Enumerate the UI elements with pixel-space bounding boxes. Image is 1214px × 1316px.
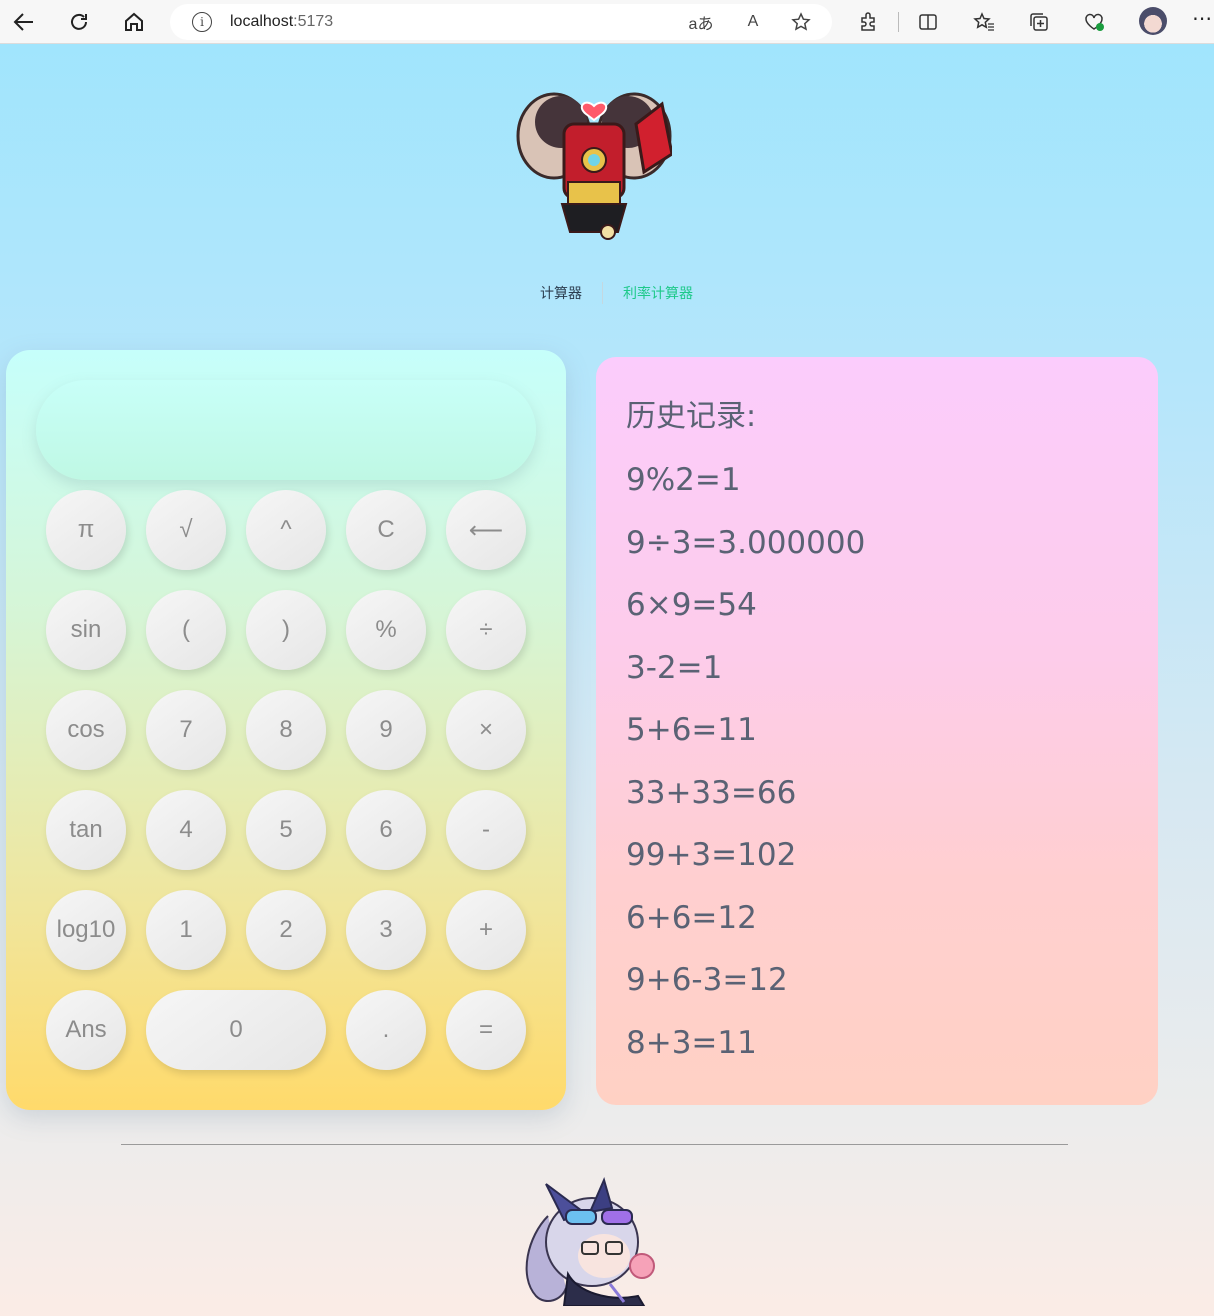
key-add[interactable]: +	[446, 890, 526, 970]
key-tan[interactable]: tan	[46, 790, 126, 870]
key-pi[interactable]: π	[46, 490, 126, 570]
key-clear[interactable]: C	[346, 490, 426, 570]
key-divide[interactable]: ÷	[446, 590, 526, 670]
key-backspace[interactable]: ⟵	[446, 490, 526, 570]
key-decimal[interactable]: .	[346, 990, 426, 1070]
url-port: :5173	[293, 13, 334, 30]
home-icon[interactable]	[118, 6, 150, 38]
calculator-panel: π √ ^ C ⟵ sin ( ) % ÷ cos 7 8 9 × tan 4 …	[6, 350, 566, 1110]
url-host: localhost	[230, 13, 294, 30]
history-entry: 9+6-3=12	[626, 962, 788, 998]
translate-icon[interactable]: aあ	[688, 10, 714, 34]
key-6[interactable]: 6	[346, 790, 426, 870]
key-subtract[interactable]: -	[446, 790, 526, 870]
history-entry: 99+3=102	[626, 837, 797, 873]
history-entry: 8+3=11	[626, 1024, 757, 1061]
key-4[interactable]: 4	[146, 790, 226, 870]
collections-icon[interactable]	[1024, 6, 1054, 38]
key-8[interactable]: 8	[246, 690, 326, 770]
key-equals[interactable]: =	[446, 990, 526, 1070]
browser-essentials-icon[interactable]	[1079, 6, 1109, 38]
address-bar[interactable]: i localhost:5173 aあ A	[170, 4, 832, 40]
key-7[interactable]: 7	[146, 690, 226, 770]
toolbar-divider	[898, 12, 899, 32]
split-screen-icon[interactable]	[913, 6, 943, 38]
key-close-paren[interactable]: )	[246, 590, 326, 670]
key-0[interactable]: 0	[146, 990, 326, 1070]
calculator-tabs: 计算器 利率计算器	[520, 280, 713, 306]
tab-calculator[interactable]: 计算器	[520, 283, 602, 303]
key-1[interactable]: 1	[146, 890, 226, 970]
key-cos[interactable]: cos	[46, 690, 126, 770]
history-title: 历史记录:	[626, 399, 757, 434]
mascot-image-top	[516, 92, 672, 240]
key-ans[interactable]: Ans	[46, 990, 126, 1070]
back-arrow-icon[interactable]	[8, 6, 40, 38]
read-aloud-icon[interactable]: A	[740, 10, 766, 34]
key-3[interactable]: 3	[346, 890, 426, 970]
footer-divider	[121, 1144, 1068, 1145]
refresh-icon[interactable]	[63, 6, 95, 38]
extensions-icon[interactable]	[853, 6, 883, 38]
history-entry: 3-2=1	[626, 649, 723, 686]
key-open-paren[interactable]: (	[146, 590, 226, 670]
key-sin[interactable]: sin	[46, 590, 126, 670]
calculator-display	[36, 380, 536, 480]
favorites-icon[interactable]	[969, 6, 999, 38]
key-2[interactable]: 2	[246, 890, 326, 970]
history-entry: 33+33=66	[626, 774, 797, 811]
history-list: 9%2=1 9÷3=3.000000 6×9=54 3-2=1 5+6=11 3…	[626, 449, 1128, 1074]
history-panel: 历史记录: 9%2=1 9÷3=3.000000 6×9=54 3-2=1 5+…	[596, 357, 1158, 1105]
url-text: localhost:5173	[230, 13, 333, 31]
history-entry: 6+6=12	[626, 899, 757, 936]
more-menu-icon[interactable]: ⋯	[1192, 6, 1213, 30]
mascot-image-bottom	[525, 1177, 655, 1306]
key-5[interactable]: 5	[246, 790, 326, 870]
history-entry: 9%2=1	[626, 462, 741, 498]
browser-toolbar: i localhost:5173 aあ A ⋯	[0, 0, 1214, 44]
key-sqrt[interactable]: √	[146, 490, 226, 570]
history-entry: 6×9=54	[626, 587, 757, 623]
key-power[interactable]: ^	[246, 490, 326, 570]
key-modulo[interactable]: %	[346, 590, 426, 670]
site-info-icon[interactable]: i	[192, 12, 212, 32]
history-entry: 5+6=11	[626, 712, 757, 748]
key-multiply[interactable]: ×	[446, 690, 526, 770]
favorite-star-icon[interactable]	[788, 10, 814, 34]
key-log10[interactable]: log10	[46, 890, 126, 970]
history-entry: 9÷3=3.000000	[626, 524, 866, 561]
key-9[interactable]: 9	[346, 690, 426, 770]
tab-interest-calculator[interactable]: 利率计算器	[603, 283, 713, 303]
profile-avatar[interactable]	[1139, 7, 1167, 35]
